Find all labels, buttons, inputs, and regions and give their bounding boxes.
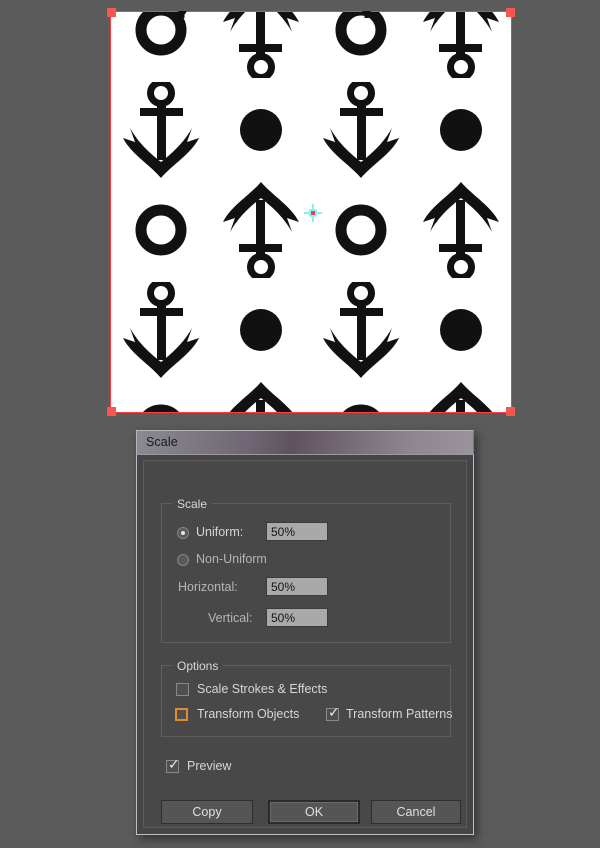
dialog-title: Scale: [146, 435, 178, 449]
scale-group-legend: Scale: [172, 497, 213, 511]
label-transform-objects: Transform Objects: [197, 707, 300, 721]
pattern-anchor-inverted-icon: [211, 12, 311, 80]
pattern-ring-shape: [311, 180, 411, 280]
dialog-inner-panel: Scale Uniform: Non-Uniform Horizontal: V…: [143, 460, 467, 828]
label-transform-patterns: Transform Patterns: [346, 707, 453, 721]
label-preview: Preview: [187, 759, 232, 773]
artboard-wrapper[interactable]: [107, 8, 515, 416]
label-non-uniform: Non-Uniform: [196, 552, 267, 566]
pattern-dot-shape: [411, 280, 511, 380]
pattern-ring-shape: [111, 12, 211, 80]
pattern-ring-shape: [311, 380, 411, 412]
checkbox-transform-patterns[interactable]: ✓: [326, 705, 340, 721]
checkbox-transform-objects[interactable]: [175, 708, 188, 721]
scale-dialog[interactable]: Scale Scale Uniform: Non-Uniform Horizon…: [136, 430, 474, 835]
options-group: Options Scale Strokes & Effects Transfor…: [161, 659, 453, 737]
pattern-ring-shape: [111, 180, 211, 280]
pattern-ring-shape: [111, 380, 211, 412]
label-vertical: Vertical:: [208, 611, 253, 625]
cancel-button[interactable]: Cancel: [371, 800, 461, 824]
label-scale-strokes-effects: Scale Strokes & Effects: [197, 682, 328, 696]
scale-group: Scale Uniform: Non-Uniform Horizontal: V…: [161, 497, 451, 643]
pattern-dot-shape: [411, 80, 511, 180]
copy-button[interactable]: Copy: [161, 800, 253, 824]
label-horizontal: Horizontal:: [178, 580, 238, 594]
pattern-anchor-inverted-icon: [411, 180, 511, 280]
pattern-anchor-icon: [311, 80, 411, 180]
pattern-dot-shape: [211, 280, 311, 380]
uniform-scale-input[interactable]: [266, 522, 328, 541]
label-uniform: Uniform:: [196, 525, 244, 539]
dialog-titlebar[interactable]: Scale: [136, 430, 474, 454]
checkbox-preview[interactable]: ✓: [166, 757, 180, 773]
pattern-anchor-inverted-icon: [411, 12, 511, 80]
horizontal-scale-input[interactable]: [266, 577, 328, 596]
pattern-anchor-inverted-icon: [211, 180, 311, 280]
radio-non-uniform[interactable]: [177, 554, 189, 566]
pattern-dot-shape: [211, 80, 311, 180]
canvas-area[interactable]: [0, 0, 600, 430]
check-mark-icon: ✓: [328, 705, 340, 721]
pattern-anchor-icon: [111, 80, 211, 180]
pattern-anchor-inverted-icon: [211, 380, 311, 412]
artboard[interactable]: [111, 12, 511, 412]
radio-uniform[interactable]: [177, 527, 189, 539]
check-mark-icon: ✓: [168, 757, 180, 773]
pattern-anchor-icon: [311, 280, 411, 380]
dialog-body: Scale Uniform: Non-Uniform Horizontal: V…: [136, 454, 474, 835]
pattern-anchor-icon: [111, 280, 211, 380]
pattern-ring-shape: [311, 12, 411, 80]
vertical-scale-input[interactable]: [266, 608, 328, 627]
pattern-anchor-inverted-icon: [411, 380, 511, 412]
options-group-legend: Options: [172, 659, 224, 673]
ok-button[interactable]: OK: [268, 800, 360, 824]
checkbox-scale-strokes-effects[interactable]: [176, 683, 189, 696]
